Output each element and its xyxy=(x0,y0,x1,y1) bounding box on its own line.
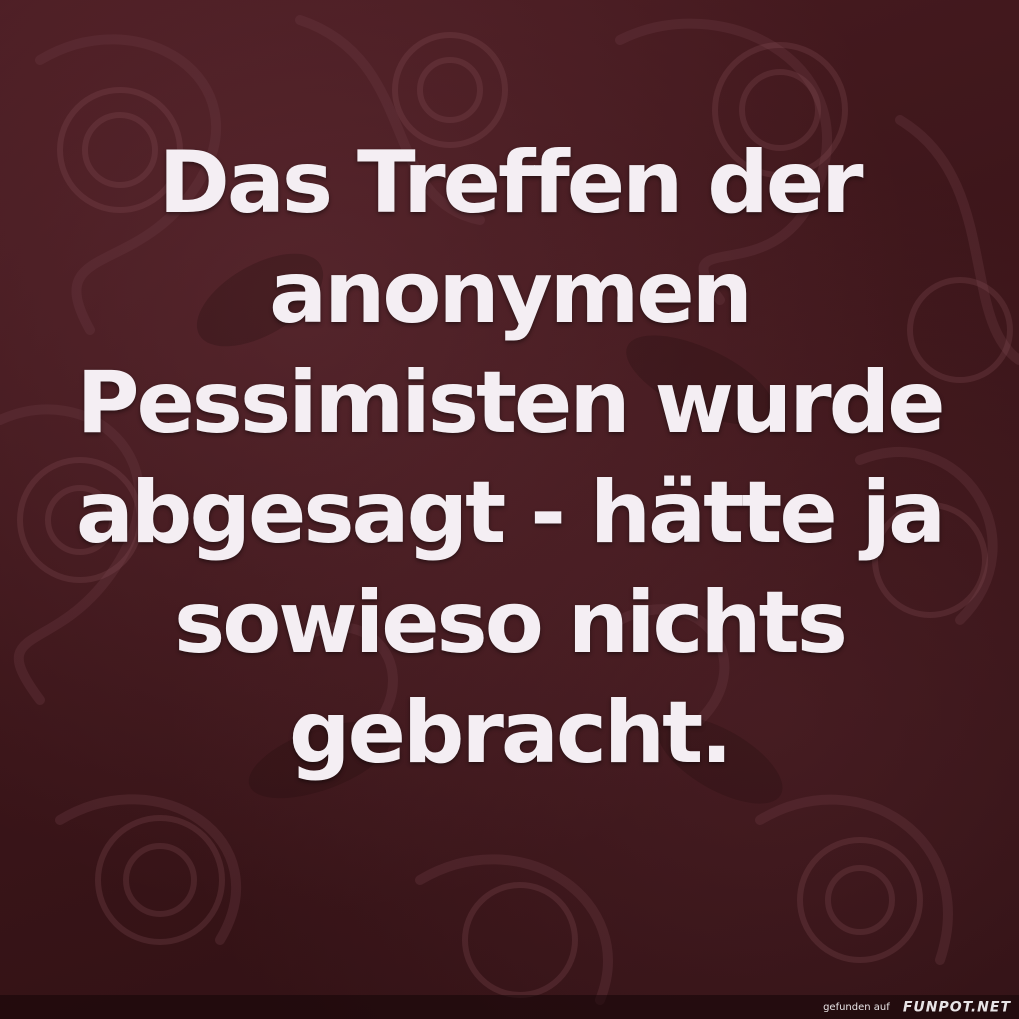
quote-text: Das Treffen der anonymen Pessimisten wur… xyxy=(0,128,1019,788)
watermark-prefix: gefunden auf xyxy=(823,1002,890,1013)
quote-line: anonymen xyxy=(269,243,753,343)
watermark-brand-logo: FUNPOT.NET xyxy=(902,999,1011,1016)
quote-line: sowieso nichts xyxy=(174,573,848,673)
quote-line: abgesagt - hätte ja xyxy=(75,463,946,563)
quote-line: Das Treffen der xyxy=(158,133,863,233)
quote-line: gebracht. xyxy=(289,683,733,783)
quote-line: Pessimisten wurde xyxy=(76,353,945,453)
watermark: gefunden auf FUNPOT.NET xyxy=(823,997,1011,1016)
meme-image: Das Treffen der anonymen Pessimisten wur… xyxy=(0,0,1019,1019)
